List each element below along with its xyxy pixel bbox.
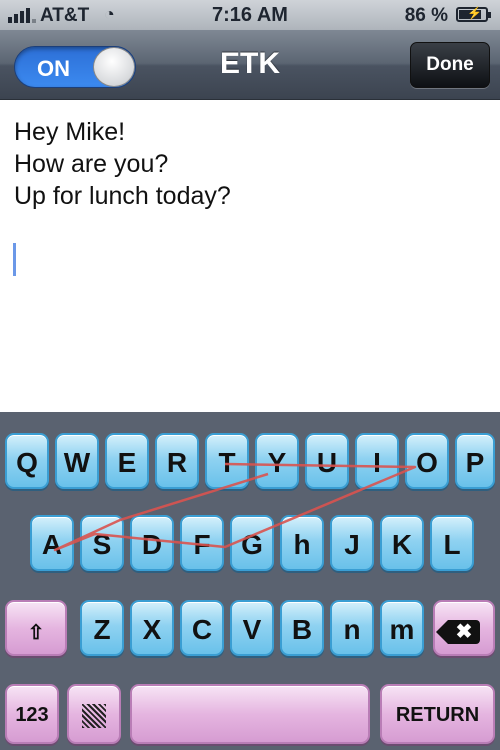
battery-percentage: 86 % [404,5,448,26]
key-b[interactable]: B [280,600,324,656]
key-l[interactable]: L [430,515,474,571]
key-k[interactable]: K [380,515,424,571]
key-f[interactable]: F [180,515,224,571]
key-a[interactable]: A [30,515,74,571]
delete-icon: ✖ [436,620,480,644]
status-bar: AT&T ◔ 7:16 AM 86 % ⚡ [0,0,500,30]
key-q[interactable]: Q [5,433,49,489]
shift-icon: ⇧ [27,622,45,644]
done-button[interactable]: Done [410,42,490,88]
key-w[interactable]: W [55,433,99,489]
numbers-key[interactable]: 123 [5,684,59,744]
navigation-bar: ON ETK Done [0,30,500,100]
key-z[interactable]: Z [80,600,124,656]
key-m[interactable]: m [380,600,424,656]
message-line: Hey Mike! [14,118,126,146]
return-key[interactable]: RETURN [380,684,495,744]
key-r[interactable]: R [155,433,199,489]
key-d[interactable]: D [130,515,174,571]
key-g[interactable]: G [230,515,274,571]
key-v[interactable]: V [230,600,274,656]
delete-key[interactable]: ✖ [433,600,495,656]
key-h[interactable]: h [280,515,324,571]
emoji-key[interactable] [67,684,121,744]
key-t[interactable]: T [205,433,249,489]
key-i[interactable]: I [355,433,399,489]
key-e[interactable]: E [105,433,149,489]
key-o[interactable]: O [405,433,449,489]
text-cursor [13,243,16,276]
key-u[interactable]: U [305,433,349,489]
message-line: Up for lunch today? [14,182,231,210]
key-j[interactable]: J [330,515,374,571]
space-bar[interactable] [130,684,370,744]
message-text-area[interactable]: Hey Mike! How are you? Up for lunch toda… [0,100,500,412]
emoji-hatch-icon [82,704,106,728]
key-p[interactable]: P [455,433,495,489]
key-y[interactable]: Y [255,433,299,489]
key-s[interactable]: S [80,515,124,571]
shift-key[interactable]: ⇧ [5,600,67,656]
key-n[interactable]: n [330,600,374,656]
message-line: How are you? [14,150,169,178]
battery-charging-icon: ⚡ [456,6,491,22]
keyboard: Q W E R T Y U I O P A S D F G h J K L ⇧ … [0,412,500,750]
key-x[interactable]: X [130,600,174,656]
key-c[interactable]: C [180,600,224,656]
